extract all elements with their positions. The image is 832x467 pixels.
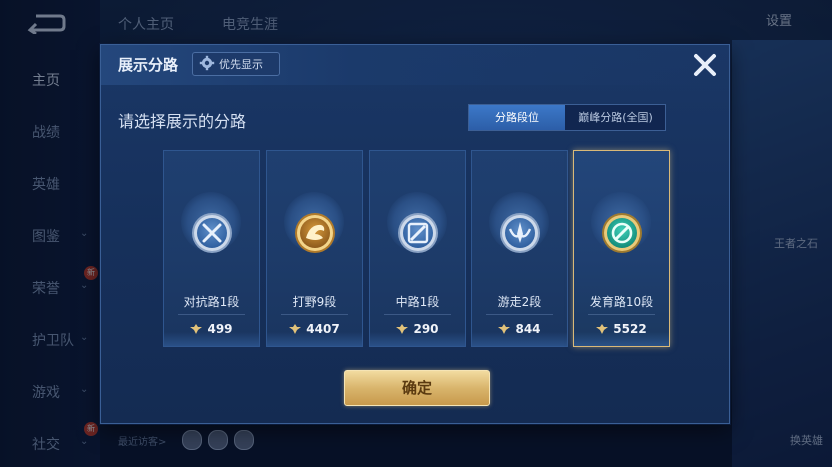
lane-card[interactable]: 游走2段 844 xyxy=(471,150,568,347)
lane-rank-label: 打野9段 xyxy=(292,295,337,309)
tab-peak-lane-national[interactable]: 巅峰分路(全国) xyxy=(566,105,665,130)
lane-card[interactable]: 中路1段 290 xyxy=(369,150,466,347)
mid-lane-icon xyxy=(397,212,439,254)
lane-card[interactable]: 对抗路1段 499 xyxy=(163,150,260,347)
card-glow xyxy=(472,332,567,346)
lane-rank-label: 对抗路1段 xyxy=(183,295,240,309)
divider xyxy=(178,314,245,315)
lane-select-prompt: 请选择展示的分路 xyxy=(118,112,247,131)
lane-rank-label: 中路1段 xyxy=(395,295,440,309)
lane-display-dialog: 展示分路 优先显示 请选择展示的分路 分路段位 巅峰分路(全国) 对抗路1段 49… xyxy=(100,44,730,424)
lane-card[interactable]: 打野9段 4407 xyxy=(266,150,363,347)
divider xyxy=(281,314,348,315)
lane-card[interactable]: 发育路10段 5522 xyxy=(573,150,670,347)
gear-icon xyxy=(199,55,215,71)
jungle-dragon-icon xyxy=(294,212,336,254)
priority-display-button[interactable]: 优先显示 xyxy=(192,52,280,76)
dialog-title: 展示分路 xyxy=(118,56,179,74)
priority-display-label: 优先显示 xyxy=(219,58,263,71)
card-glow xyxy=(164,332,259,346)
card-glow xyxy=(574,332,669,346)
roam-lane-icon xyxy=(499,212,541,254)
tab-lane-rank[interactable]: 分路段位 xyxy=(469,105,565,130)
clash-lane-icon xyxy=(191,212,233,254)
close-icon[interactable] xyxy=(691,51,719,79)
divider xyxy=(384,314,451,315)
confirm-button[interactable]: 确定 xyxy=(344,370,490,406)
card-glow xyxy=(267,332,362,346)
divider xyxy=(486,314,553,315)
lane-mode-toggle: 分路段位 巅峰分路(全国) xyxy=(468,104,666,131)
lane-rank-label: 游走2段 xyxy=(497,295,542,309)
lane-rank-label: 发育路10段 xyxy=(589,295,654,309)
card-glow xyxy=(370,332,465,346)
farm-lane-icon xyxy=(601,212,643,254)
divider xyxy=(588,314,655,315)
